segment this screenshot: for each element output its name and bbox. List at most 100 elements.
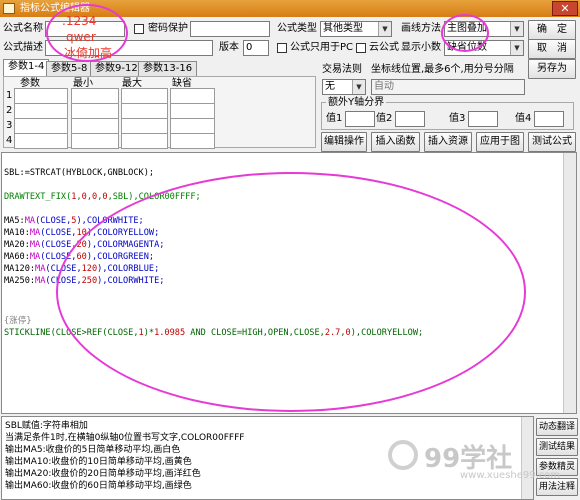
info-scrollbar[interactable] bbox=[521, 417, 533, 499]
code-token: MA5: bbox=[4, 216, 25, 226]
code-token: MA20: bbox=[4, 240, 30, 250]
code-token: MA bbox=[29, 228, 41, 238]
param-3-default[interactable] bbox=[170, 118, 215, 134]
code-token: MA250: bbox=[4, 276, 36, 286]
name-label: 公式名称 bbox=[3, 23, 43, 34]
decimals-label: 显示小数 bbox=[401, 42, 441, 53]
param-row-number: 4 bbox=[6, 135, 13, 146]
tab-params-9-12[interactable]: 参数9-12 bbox=[90, 61, 143, 76]
value-1-input[interactable] bbox=[345, 111, 375, 127]
code-token: MA bbox=[35, 264, 46, 274]
type-label: 公式类型 bbox=[277, 23, 317, 34]
tab-params-5-8[interactable]: 参数5-8 bbox=[46, 61, 93, 76]
insert-resource-button[interactable]: 插入资源 bbox=[424, 132, 472, 152]
value-4-input[interactable] bbox=[534, 111, 564, 127]
param-2-max[interactable] bbox=[121, 103, 168, 119]
param-4-min[interactable] bbox=[71, 133, 119, 149]
password-label: 密码保护 bbox=[148, 23, 188, 34]
code-token: DRAWTEXT_FIX( bbox=[4, 192, 72, 202]
code-token: MA60: bbox=[4, 252, 30, 262]
trade-rule-label: 交易法则 bbox=[322, 64, 362, 75]
param-4-name[interactable] bbox=[14, 133, 68, 149]
param-row-number: 3 bbox=[6, 120, 13, 131]
code-line-comment: {涨停} bbox=[4, 316, 32, 326]
annotation-oval-draw bbox=[441, 14, 489, 52]
test-formula-button[interactable]: 测试公式 bbox=[528, 132, 576, 152]
pc-only-checkbox[interactable] bbox=[277, 43, 287, 53]
code-token: (CLOSE, bbox=[40, 228, 77, 238]
trade-rule-select[interactable]: 无 ▼ bbox=[322, 79, 366, 95]
apply-to-chart-button[interactable]: 应用于图 bbox=[476, 132, 524, 152]
chevron-down-icon: ▼ bbox=[510, 41, 523, 55]
chevron-down-icon: ▼ bbox=[378, 22, 391, 36]
dynamic-translate-button[interactable]: 动态翻译 bbox=[536, 418, 578, 436]
param-2-default[interactable] bbox=[170, 103, 215, 119]
coord-label: 坐标线位置,最多6个,用分号分隔 bbox=[371, 64, 514, 75]
editor-scrollbar[interactable] bbox=[563, 153, 576, 413]
info-line: 当满足条件1时,在横轴0纵轴0位置书写文字,COLOR00FFFF bbox=[5, 433, 245, 443]
annotation-oval-code bbox=[56, 172, 526, 412]
save-as-button[interactable]: 另存为 bbox=[528, 59, 576, 79]
code-token: MA bbox=[29, 240, 41, 250]
version-input[interactable]: 0 bbox=[243, 40, 269, 56]
param-4-default[interactable] bbox=[170, 133, 215, 149]
param-1-name[interactable] bbox=[14, 88, 68, 104]
annotation-text-1: .1234 bbox=[62, 14, 97, 28]
watermark-logo-icon bbox=[388, 440, 418, 470]
value-2-label: 值2 bbox=[376, 113, 393, 124]
info-line: SBL赋值:字符串相加 bbox=[5, 421, 88, 431]
param-4-max[interactable] bbox=[121, 133, 168, 149]
param-2-name[interactable] bbox=[14, 103, 68, 119]
info-line: 输出MA60:收盘价的60日简单移动平均,画绿色 bbox=[5, 481, 192, 491]
code-token: MA bbox=[24, 216, 36, 226]
annotation-text-2: qwer bbox=[66, 30, 96, 44]
desc-label: 公式描述 bbox=[3, 42, 43, 53]
param-row-number: 2 bbox=[6, 105, 13, 116]
value-4-label: 值4 bbox=[515, 113, 532, 124]
param-2-min[interactable] bbox=[71, 103, 119, 119]
type-value: 其他类型 bbox=[323, 23, 363, 34]
watermark-url: www.xueshe99.com bbox=[460, 470, 561, 481]
ok-button[interactable]: 确 定 bbox=[528, 20, 576, 40]
annotation-text-3: 冰倚加高 bbox=[64, 46, 113, 60]
coord-input[interactable]: 自动 bbox=[371, 79, 525, 95]
version-label: 版本 bbox=[219, 42, 239, 53]
chevron-down-icon: ▼ bbox=[352, 80, 365, 94]
info-line: 输出MA20:收盘价的20日简单移动平均,画洋红色 bbox=[5, 469, 201, 479]
password-input[interactable] bbox=[190, 21, 270, 37]
insert-function-button[interactable]: 插入函数 bbox=[371, 132, 420, 152]
tab-params-1-4[interactable]: 参数1-4 bbox=[3, 59, 50, 76]
param-1-default[interactable] bbox=[170, 88, 215, 104]
param-3-max[interactable] bbox=[121, 118, 168, 134]
code-token: MA bbox=[29, 252, 41, 262]
info-line: 输出MA10:收盘价的10日简单移动平均,画黄色 bbox=[5, 457, 192, 467]
code-token: (CLOSE, bbox=[35, 216, 72, 226]
app-icon bbox=[3, 3, 15, 14]
pc-only-label: 公式只用于PC bbox=[290, 42, 354, 53]
test-result-button[interactable]: 测试结果 bbox=[536, 438, 578, 456]
param-3-min[interactable] bbox=[71, 118, 119, 134]
trade-rule-value: 无 bbox=[325, 81, 335, 92]
cloud-checkbox[interactable] bbox=[356, 43, 366, 53]
value-3-label: 值3 bbox=[449, 113, 466, 124]
param-1-max[interactable] bbox=[121, 88, 168, 104]
draw-label: 画线方法 bbox=[401, 23, 441, 34]
value-3-input[interactable] bbox=[468, 111, 498, 127]
type-select[interactable]: 其他类型 ▼ bbox=[320, 21, 392, 37]
param-row-number: 1 bbox=[6, 90, 13, 101]
param-1-min[interactable] bbox=[71, 88, 119, 104]
value-1-label: 值1 bbox=[326, 113, 343, 124]
param-3-name[interactable] bbox=[14, 118, 68, 134]
value-2-input[interactable] bbox=[395, 111, 425, 127]
code-line-sbl: SBL:=STRCAT(HYBLOCK,GNBLOCK); bbox=[4, 168, 155, 178]
code-token: MA120: bbox=[4, 264, 36, 274]
tab-params-13-16[interactable]: 参数13-16 bbox=[138, 61, 198, 76]
extra-y-label: 额外Y轴分界 bbox=[326, 95, 387, 111]
edit-ops-button[interactable]: 编辑操作 bbox=[321, 132, 367, 152]
cloud-label: 云公式 bbox=[369, 42, 399, 53]
info-line: 输出MA5:收盘价的5日简单移动平均,画白色 bbox=[5, 445, 181, 455]
cancel-button[interactable]: 取 消 bbox=[528, 39, 576, 59]
code-token: MA10: bbox=[4, 228, 30, 238]
close-button[interactable]: ✕ bbox=[552, 1, 578, 16]
password-checkbox[interactable] bbox=[134, 24, 144, 34]
